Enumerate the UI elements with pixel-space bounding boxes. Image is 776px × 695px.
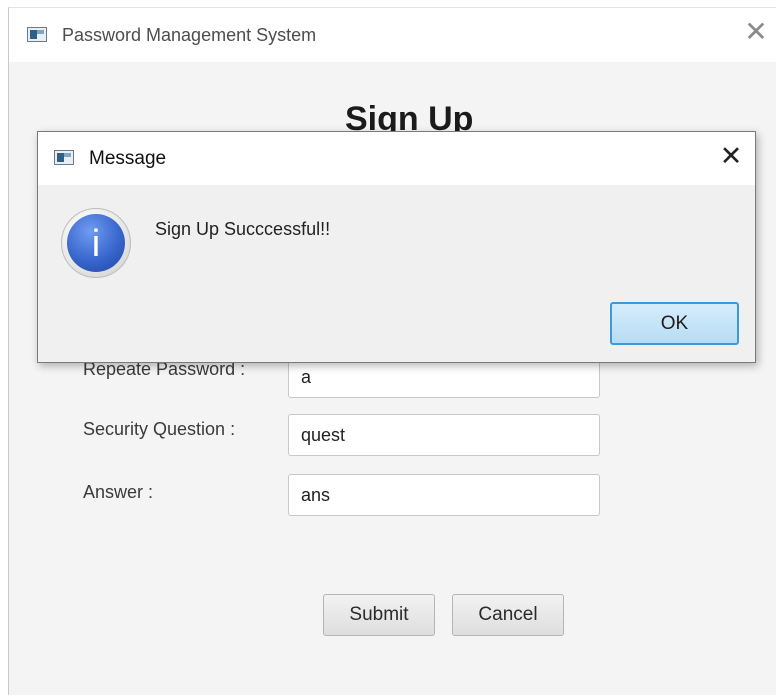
security-question-label: Security Question : [83, 419, 236, 439]
answer-field[interactable] [288, 474, 600, 516]
message-dialog: Message ✕ i Sign Up Succcessful!! OK [37, 131, 756, 363]
app-window-icon [27, 27, 47, 42]
dialog-titlebar[interactable]: Message ✕ [38, 132, 755, 185]
dialog-title: Message [89, 148, 167, 169]
dialog-window-icon [54, 150, 74, 165]
answer-label: Answer : [83, 482, 154, 502]
submit-button[interactable]: Submit [323, 594, 435, 636]
security-question-field[interactable] [288, 414, 600, 456]
cancel-button[interactable]: Cancel [452, 594, 564, 636]
dialog-message: Sign Up Succcessful!! [155, 219, 331, 239]
ok-button[interactable]: OK [610, 302, 739, 345]
info-icon: i [61, 208, 131, 278]
close-icon[interactable]: ✕ [744, 18, 768, 46]
window-title: Password Management System [62, 25, 317, 45]
main-titlebar[interactable]: Password Management System ✕ [9, 8, 776, 62]
close-icon[interactable]: ✕ [719, 143, 743, 170]
